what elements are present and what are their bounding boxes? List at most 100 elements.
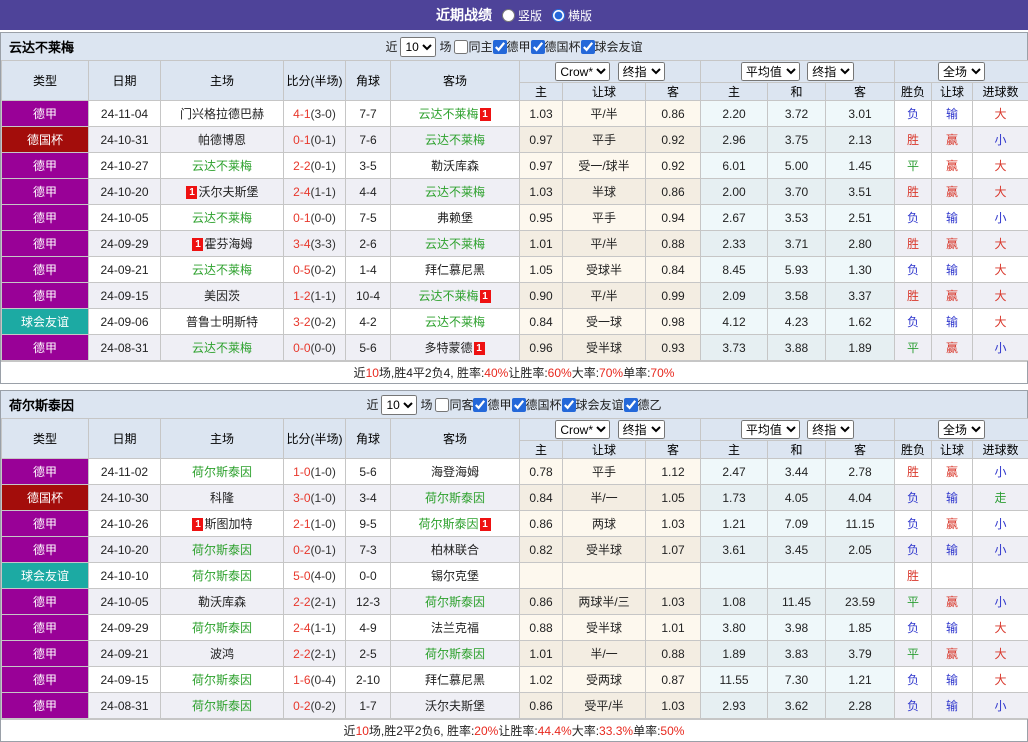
team-label: 普鲁士明斯特: [186, 315, 258, 329]
odds-handicap: 受平/半: [563, 693, 646, 719]
result-outcome: 胜: [895, 179, 932, 205]
horizontal-radio-input[interactable]: [552, 9, 565, 22]
col-date: 日期: [89, 419, 161, 459]
red-card-badge: 1: [192, 238, 203, 251]
summary-text: 单率:: [623, 364, 650, 381]
avg-home: 2.20: [701, 101, 768, 127]
checkbox-input[interactable]: [581, 40, 595, 54]
match-row: 德甲24-10-261斯图加特2-1(1-0)9-5荷尔斯泰因10.86两球1.…: [2, 511, 1028, 537]
team-label: 荷尔斯泰因: [418, 517, 478, 531]
avg-final-select[interactable]: 终指: [807, 62, 854, 81]
team-label: 荷尔斯泰因: [192, 569, 252, 583]
checkbox-input[interactable]: [454, 40, 468, 54]
layout-radio-horizontal[interactable]: 横版: [552, 7, 592, 24]
match-score: 1-6(0-4): [284, 667, 346, 693]
match-score: 3-4(3-3): [284, 231, 346, 257]
summary-text: 大率:: [572, 722, 599, 739]
match-date: 24-08-31: [89, 693, 161, 719]
recent-count-select[interactable]: 10: [400, 37, 436, 57]
team-label: 柏林联合: [431, 543, 479, 557]
result-outcome: 胜: [895, 127, 932, 153]
away-team: 云达不莱梅1: [391, 283, 520, 309]
odds-company-select[interactable]: Crow*: [555, 420, 610, 439]
filter-checkbox[interactable]: 球会友谊: [581, 38, 643, 55]
summary-text: 场,胜2平2负6, 胜率:: [369, 722, 474, 739]
section-holstein-kiel: 荷尔斯泰因 近 10 场 同客德甲德国杯球会友谊德乙 类型 日期 主场 比分(半…: [0, 390, 1028, 742]
scope-select[interactable]: 全场: [938, 420, 985, 439]
summary-value: 60%: [548, 366, 572, 380]
result-goals: 大: [973, 101, 1028, 127]
scope-select[interactable]: 全场: [938, 62, 985, 81]
odds-company-select[interactable]: Crow*: [555, 62, 610, 81]
filter-checkbox[interactable]: 德国杯: [512, 396, 562, 413]
games-label: 场: [420, 396, 432, 413]
match-row: 德甲24-09-291霍芬海姆3-4(3-3)2-6云达不莱梅1.01平/半0.…: [2, 231, 1028, 257]
odds-final-select[interactable]: 终指: [618, 420, 665, 439]
corner-score: 7-3: [346, 537, 391, 563]
checkbox-input[interactable]: [624, 398, 638, 412]
vertical-radio-input[interactable]: [502, 9, 515, 22]
match-score: 2-1(1-0): [284, 511, 346, 537]
home-team: 美因茨: [161, 283, 284, 309]
checkbox-input[interactable]: [435, 398, 449, 412]
odds-away: 0.87: [646, 667, 701, 693]
match-type: 德甲: [2, 205, 89, 231]
odds-away: 1.03: [646, 589, 701, 615]
checkbox-input[interactable]: [512, 398, 526, 412]
filter-checkbox[interactable]: 德甲: [473, 396, 511, 413]
filter-checkbox[interactable]: 同客: [435, 396, 473, 413]
away-team: 云达不莱梅: [391, 179, 520, 205]
odds-home: 0.78: [520, 459, 563, 485]
match-score: 2-4(1-1): [284, 615, 346, 641]
team-label: 云达不莱梅: [192, 211, 252, 225]
avg-select[interactable]: 平均值: [741, 62, 800, 81]
match-type: 德国杯: [2, 485, 89, 511]
corner-score: 3-4: [346, 485, 391, 511]
avg-select[interactable]: 平均值: [741, 420, 800, 439]
odds-handicap: 受半球: [563, 615, 646, 641]
team-label: 荷尔斯泰因: [192, 465, 252, 479]
corner-score: 7-6: [346, 127, 391, 153]
team-label: 沃尔夫斯堡: [425, 699, 485, 713]
avg-home: 3.80: [701, 615, 768, 641]
team-label: 云达不莱梅: [192, 341, 252, 355]
match-type: 德甲: [2, 231, 89, 257]
match-date: 24-10-31: [89, 127, 161, 153]
team-label: 云达不莱梅: [425, 185, 485, 199]
corner-score: 10-4: [346, 283, 391, 309]
sub-goals-result: 进球数: [973, 83, 1028, 101]
checkbox-input[interactable]: [493, 40, 507, 54]
filter-checkbox[interactable]: 德国杯: [531, 38, 581, 55]
avg-away: 1.21: [826, 667, 895, 693]
checkbox-input[interactable]: [562, 398, 576, 412]
filter-checkbox[interactable]: 德甲: [493, 38, 531, 55]
team-label: 云达不莱梅: [418, 107, 478, 121]
odds-home: [520, 563, 563, 589]
match-type: 德甲: [2, 459, 89, 485]
match-row: 德甲24-10-05勒沃库森2-2(2-1)12-3荷尔斯泰因0.86两球半/三…: [2, 589, 1028, 615]
avg-final-select[interactable]: 终指: [807, 420, 854, 439]
filter-checkbox[interactable]: 同主: [454, 38, 492, 55]
checkbox-input[interactable]: [531, 40, 545, 54]
filter-checkbox[interactable]: 球会友谊: [562, 396, 624, 413]
result-goals: 小: [973, 693, 1028, 719]
corner-score: 4-9: [346, 615, 391, 641]
checkbox-label: 球会友谊: [576, 396, 624, 413]
topbar: 近期战绩 竖版 横版: [0, 0, 1028, 30]
filter-row: 云达不莱梅 近 10 场 同主德甲德国杯球会友谊: [1, 33, 1027, 60]
filter-checkbox[interactable]: 德乙: [624, 396, 662, 413]
team-label: 云达不莱梅: [425, 315, 485, 329]
corner-score: 1-7: [346, 693, 391, 719]
sub-avg-home: 主: [701, 83, 768, 101]
checkbox-input[interactable]: [473, 398, 487, 412]
home-team: 荷尔斯泰因: [161, 563, 284, 589]
home-team: 勒沃库森: [161, 589, 284, 615]
layout-radio-vertical[interactable]: 竖版: [502, 7, 542, 24]
summary-value: 50%: [660, 724, 684, 738]
team-label: 荷尔斯泰因: [192, 699, 252, 713]
recent-count-select[interactable]: 10: [381, 395, 417, 415]
odds-final-select[interactable]: 终指: [618, 62, 665, 81]
odds-home: 0.97: [520, 153, 563, 179]
team-label: 勒沃库森: [431, 159, 479, 173]
odds-away: 0.88: [646, 231, 701, 257]
